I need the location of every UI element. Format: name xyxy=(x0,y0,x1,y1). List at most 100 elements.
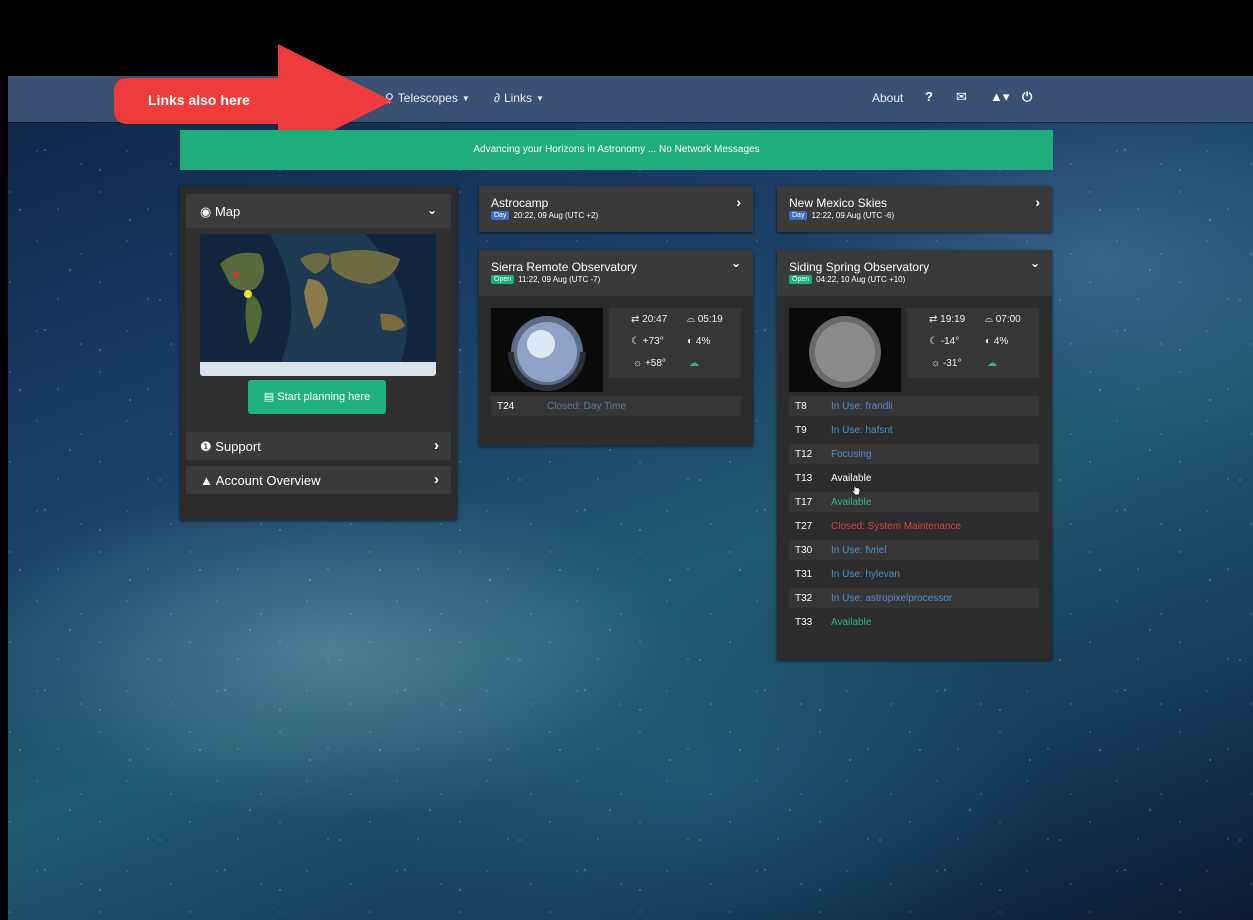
links-menu[interactable]: ∂ Links ▼ xyxy=(494,91,544,105)
links-menu-label: Links xyxy=(503,91,532,105)
sun-altitude: ☼ +58° xyxy=(633,358,666,369)
allsky-camera-view xyxy=(789,308,901,392)
observatory-card-sierra: Sierra Remote Observatory Open 11:22, 09… xyxy=(479,250,753,446)
observatory-status: Open 04:22, 10 Aug (UTC +10) xyxy=(789,275,905,284)
telescope-row[interactable]: T31 In Use: hylevan xyxy=(789,564,1039,584)
observatory-card-astrocamp[interactable]: Astrocamp Day 20:22, 09 Aug (UTC +2) › xyxy=(479,186,753,232)
support-item[interactable]: ❶ Support › xyxy=(186,432,451,460)
telescope-status: In Use: astropixelprocessor xyxy=(831,593,953,604)
telescope-row[interactable]: T17 Available xyxy=(789,492,1039,512)
local-time: 11:22, 09 Aug (UTC -7) xyxy=(518,275,601,284)
telescope-id: T33 xyxy=(795,617,813,628)
observatory-card-new-mexico-skies[interactable]: New Mexico Skies Day 12:22, 09 Aug (UTC … xyxy=(777,186,1052,232)
observatory-name: Siding Spring Observatory xyxy=(789,260,930,274)
planner-icon: ▤ xyxy=(263,391,275,403)
sidebar-panel: ◉ Map ⌄ ▤ Start planning here ❶ Support … xyxy=(180,186,457,520)
telescope-status: In Use: frandli xyxy=(831,401,893,412)
telescopes-menu-label: Telescopes xyxy=(397,91,458,105)
network-message-banner: Advancing your Horizons in Astronomy ...… xyxy=(180,130,1053,170)
moon-altitude-icon: ☾ xyxy=(631,336,640,347)
telescope-row[interactable]: T30 In Use: fvriel xyxy=(789,540,1039,560)
power-icon[interactable]: ⏻ xyxy=(1022,89,1032,105)
local-time: 12:22, 09 Aug (UTC -6) xyxy=(811,211,895,220)
telescope-status: In Use: hafsnt xyxy=(831,425,893,436)
allsky-camera-image[interactable] xyxy=(491,308,603,392)
sierra-header[interactable]: Sierra Remote Observatory Open 11:22, 09… xyxy=(479,250,753,296)
telescope-id: T8 xyxy=(795,401,807,412)
moon-phase-icon: ◐ xyxy=(687,336,694,347)
observatory-status: Open 11:22, 09 Aug (UTC -7) xyxy=(491,275,600,284)
start-planning-label: Start planning here xyxy=(277,391,371,403)
start-planning-button[interactable]: ▤ Start planning here xyxy=(248,380,386,414)
account-label: Account Overview xyxy=(215,473,321,488)
account-overview-item[interactable]: ▲ Account Overview › xyxy=(186,466,451,494)
chevron-down-icon[interactable]: ⌄ xyxy=(1030,256,1040,270)
local-time: 04:22, 10 Aug (UTC +10) xyxy=(816,275,906,284)
telescope-row[interactable]: T8 In Use: frandli xyxy=(789,396,1039,416)
sunset-value: 20:47 xyxy=(642,314,668,325)
telescope-status: Closed: System Maintenance xyxy=(831,521,962,532)
observatory-name: Astrocamp xyxy=(491,196,549,210)
map-label: Map xyxy=(214,204,241,219)
telescope-id: T17 xyxy=(795,497,813,508)
callout-text: Links also here xyxy=(148,92,250,108)
chevron-right-icon[interactable]: › xyxy=(736,194,741,210)
chevron-down-icon[interactable]: ⌄ xyxy=(731,256,741,270)
world-map[interactable] xyxy=(200,234,436,376)
sun-icon: ☼ xyxy=(931,358,941,369)
moon-altitude-icon: ☾ xyxy=(929,336,938,347)
sun-altitude-value: -31° xyxy=(942,358,962,369)
chevron-right-icon[interactable]: › xyxy=(1035,194,1040,210)
cloud-icon: ☁ xyxy=(689,358,699,369)
map-title: ◉ Map xyxy=(200,204,240,220)
siding-spring-header[interactable]: Siding Spring Observatory Open 04:22, 10… xyxy=(777,250,1052,296)
telescope-row[interactable]: T9 In Use: hafsnt xyxy=(789,420,1039,440)
help-icon[interactable]: ? xyxy=(925,89,933,104)
chevron-down-icon[interactable]: ⌄ xyxy=(427,203,437,217)
telescope-row[interactable]: T24 Closed: Day Time xyxy=(491,396,741,416)
observatory-marker[interactable] xyxy=(233,271,239,277)
sunrise-time: ⌓ 07:00 xyxy=(985,314,1021,325)
moon-altitude: ☾ +73° xyxy=(631,336,664,347)
allsky-camera-view xyxy=(491,308,603,392)
moon-altitude-value: -14° xyxy=(940,336,960,347)
telescope-id: T30 xyxy=(795,545,813,556)
left-black-edge xyxy=(0,0,8,920)
map-header[interactable]: ◉ Map ⌄ xyxy=(186,194,451,228)
observatory-name: New Mexico Skies xyxy=(789,196,888,210)
sunrise-icon: ⌓ xyxy=(985,314,993,325)
mouse-cursor-icon xyxy=(851,482,861,496)
allsky-camera-image[interactable] xyxy=(789,308,901,392)
sunrise-value: 05:19 xyxy=(697,314,723,325)
telescope-id: T9 xyxy=(795,425,807,436)
link-icon: ∂ xyxy=(494,91,500,105)
status-badge: Day xyxy=(789,211,808,220)
moon-altitude: ☾ -14° xyxy=(929,336,959,347)
chevron-down-icon: ▼ xyxy=(535,93,544,103)
about-link[interactable]: About xyxy=(872,91,903,105)
moon-altitude-value: +73° xyxy=(642,336,664,347)
mail-icon[interactable]: ✉ xyxy=(956,89,967,105)
telescope-row[interactable]: T27 Closed: System Maintenance xyxy=(789,516,1039,536)
sunset-time: ⇄ 19:19 xyxy=(929,314,965,325)
user-icon[interactable]: ▲▾ xyxy=(990,89,1009,105)
observatory-status: Day 12:22, 09 Aug (UTC -6) xyxy=(789,211,894,220)
moon-phase-icon: ◐ xyxy=(985,336,992,347)
telescope-row[interactable]: T32 In Use: astropixelprocessor xyxy=(789,588,1039,608)
chevron-right-icon: › xyxy=(434,437,439,454)
telescope-id: T32 xyxy=(795,593,813,604)
telescope-row[interactable]: T13 Available xyxy=(789,468,1039,488)
status-badge: Open xyxy=(491,275,515,284)
telescope-row[interactable]: T33 Available xyxy=(789,612,1039,632)
chevron-right-icon: › xyxy=(434,471,439,488)
moon-phase: ◐ 4% xyxy=(687,336,710,347)
sunrise-value: 07:00 xyxy=(995,314,1021,325)
telescope-row[interactable]: T12 Focusing xyxy=(789,444,1039,464)
telescope-status: Available xyxy=(831,617,872,628)
telescope-id: T13 xyxy=(795,473,813,484)
sun-marker xyxy=(244,290,252,298)
info-icon: ❶ xyxy=(200,439,212,454)
sunset-icon: ⇄ xyxy=(929,314,938,325)
sun-icon: ☼ xyxy=(633,358,643,369)
sunrise-time: ⌓ 05:19 xyxy=(687,314,723,325)
